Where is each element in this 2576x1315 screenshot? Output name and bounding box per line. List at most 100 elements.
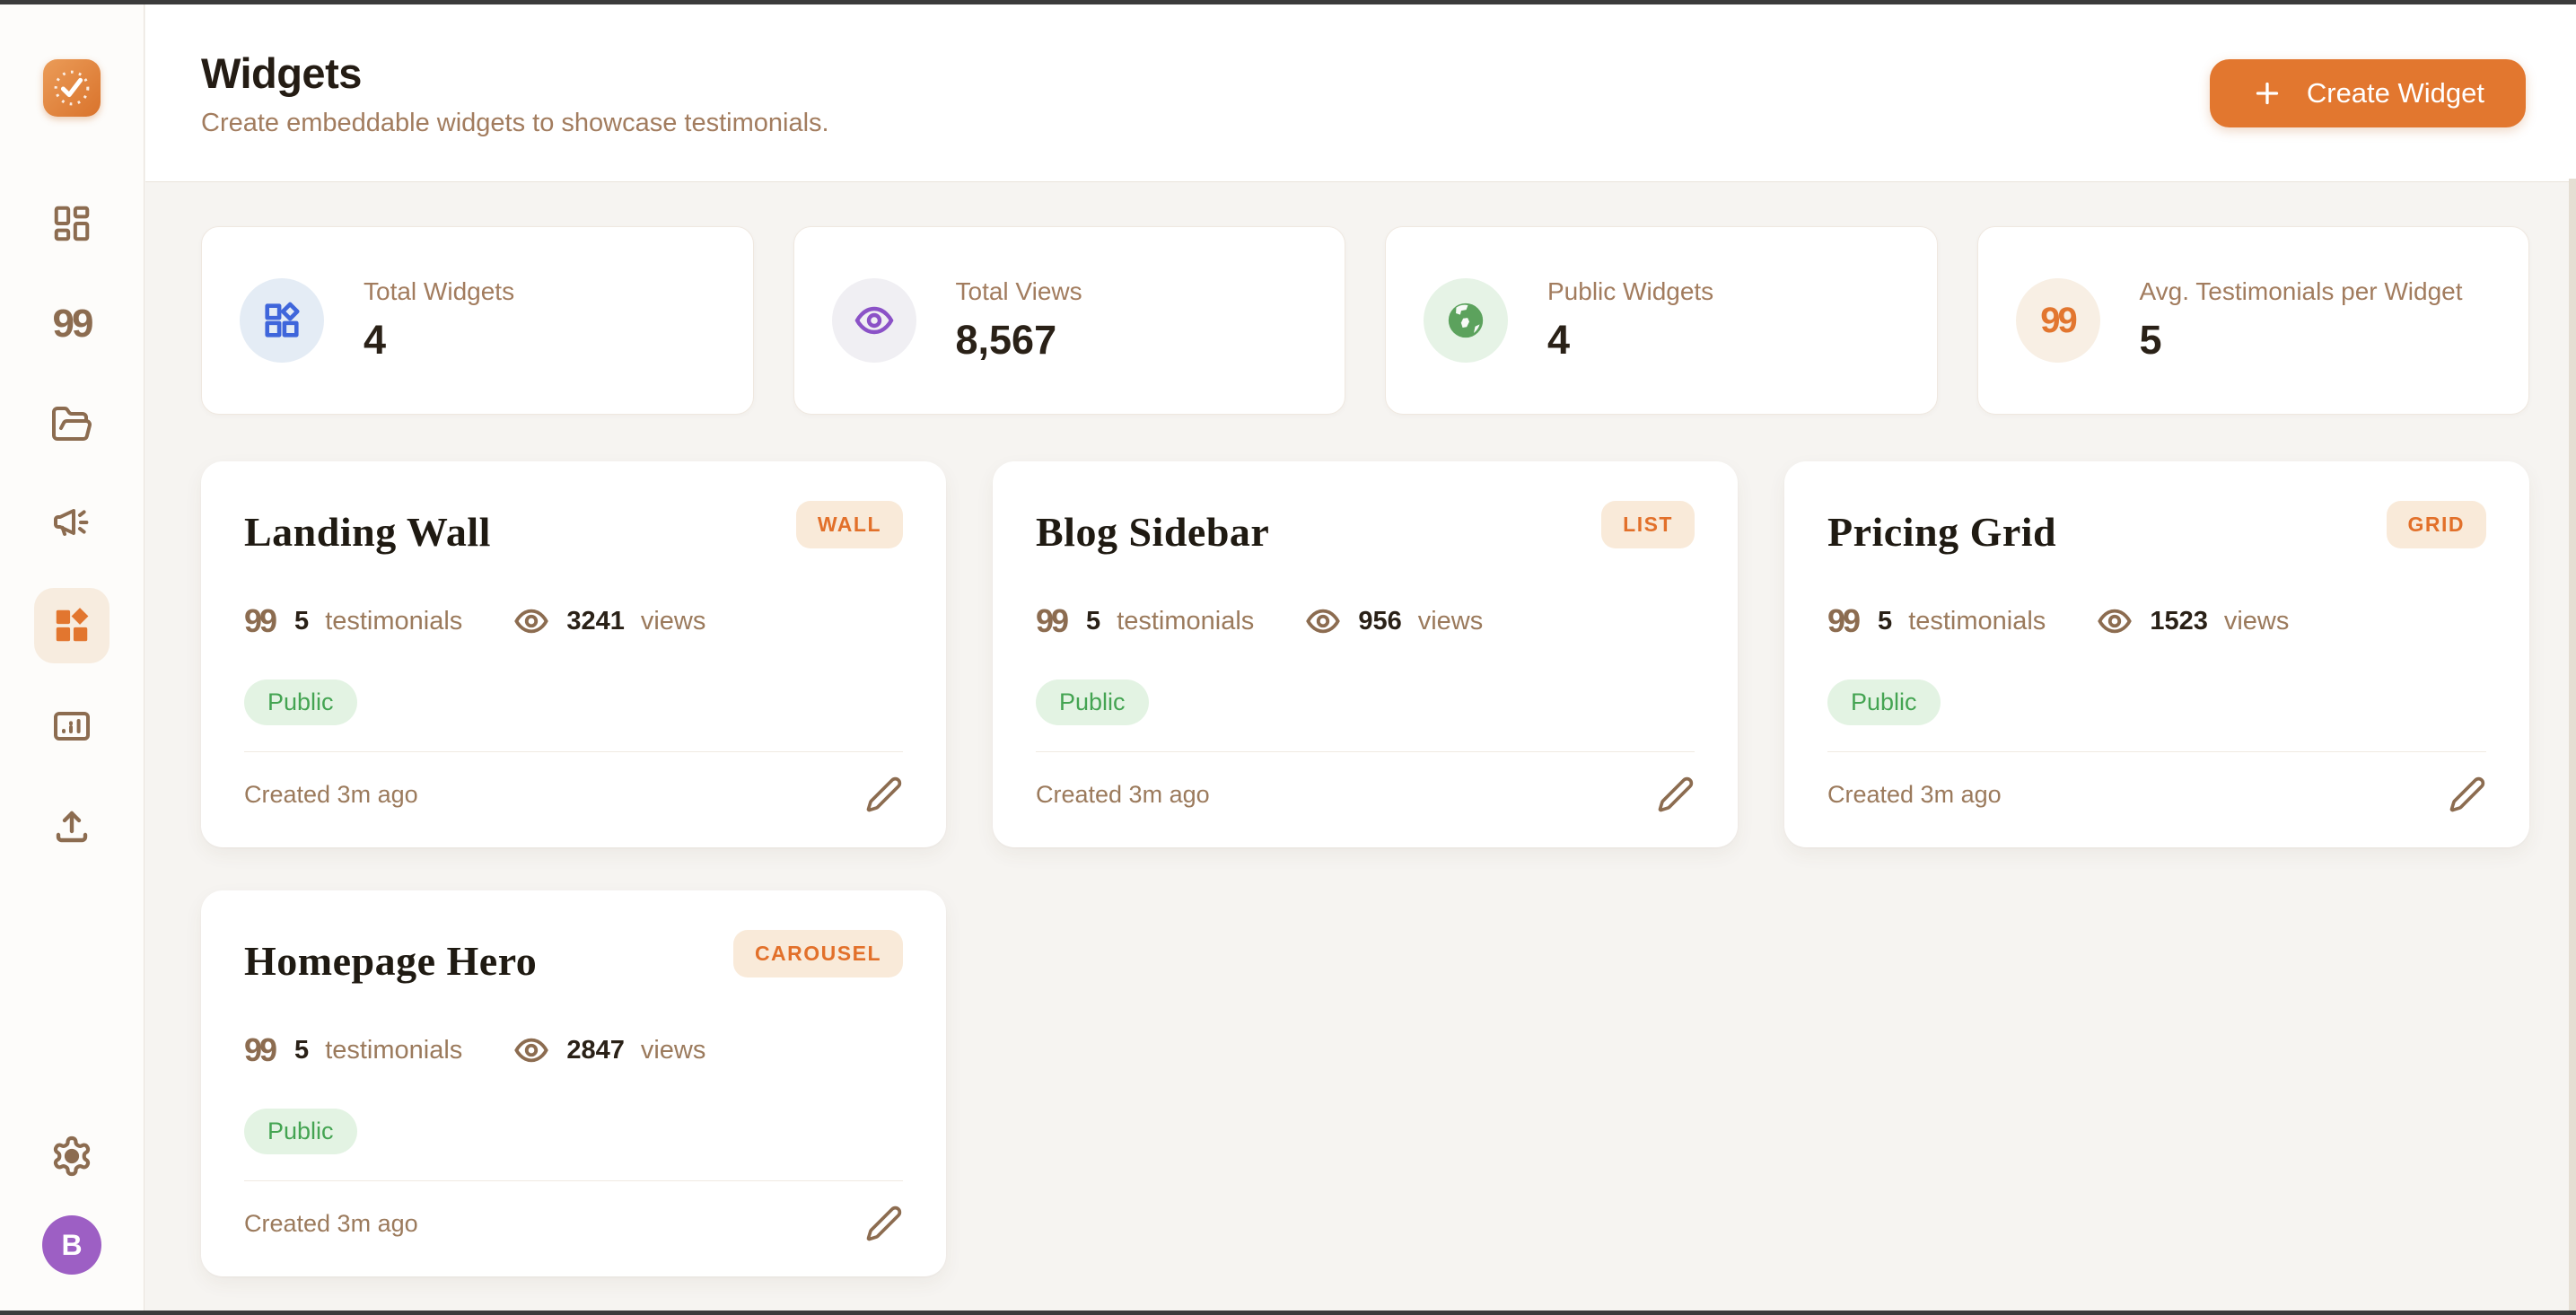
quote-icon: 99 xyxy=(244,605,275,637)
sidebar-item-export[interactable] xyxy=(34,789,110,864)
testimonials-label: testimonials xyxy=(325,607,462,636)
testimonials-label: testimonials xyxy=(325,1036,462,1065)
visibility-badge: Public xyxy=(1036,679,1149,725)
sidebar-item-settings[interactable] xyxy=(34,1118,110,1194)
megaphone-icon xyxy=(50,504,93,547)
card-head: Blog Sidebar LIST xyxy=(1036,501,1695,556)
eye-icon xyxy=(513,1031,550,1069)
stats-row: Total Widgets 4 Total Views 8,567 xyxy=(201,226,2529,415)
card-head: Landing Wall WALL xyxy=(244,501,903,556)
stat-text: Public Widgets 4 xyxy=(1547,277,1713,364)
stat-value: 8,567 xyxy=(956,317,1082,364)
vertical-scrollbar[interactable] xyxy=(2569,179,2576,1315)
edit-widget-button[interactable] xyxy=(865,1205,903,1242)
stat-card-total-widgets: Total Widgets 4 xyxy=(201,226,754,415)
views-count: 3241 xyxy=(566,607,625,636)
widget-stats: 99 5 testimonials 956 views xyxy=(1036,602,1695,640)
app-logo[interactable] xyxy=(43,59,101,117)
sidebar-item-widgets[interactable] xyxy=(34,588,110,663)
pencil-icon xyxy=(865,776,903,813)
sidebar-item-testimonials[interactable]: 99 xyxy=(34,286,110,362)
stat-value: 4 xyxy=(364,317,514,364)
user-avatar[interactable]: B xyxy=(42,1215,101,1275)
widget-title: Pricing Grid xyxy=(1827,508,2056,556)
views-count: 1523 xyxy=(2150,607,2208,636)
card-footer: Created 3m ago xyxy=(1036,751,1695,813)
created-text: Created 3m ago xyxy=(244,781,418,809)
eye-icon xyxy=(513,602,550,640)
stat-label: Total Views xyxy=(956,277,1082,306)
widget-stats: 99 5 testimonials 2847 views xyxy=(244,1031,903,1069)
stat-text: Total Views 8,567 xyxy=(956,277,1082,364)
create-widget-label: Create Widget xyxy=(2307,77,2484,110)
top-chrome-bar xyxy=(0,0,2576,4)
testimonials-count: 5 xyxy=(294,1036,309,1065)
testimonials-label: testimonials xyxy=(1908,607,2046,636)
page-header-text: Widgets Create embeddable widgets to sho… xyxy=(201,48,829,138)
stat-value: 5 xyxy=(2140,317,2463,364)
pencil-icon xyxy=(1657,776,1695,813)
widget-stats: 99 5 testimonials 1523 views xyxy=(1827,602,2486,640)
eye-icon xyxy=(853,299,896,342)
edit-widget-button[interactable] xyxy=(2449,776,2486,813)
folder-open-icon xyxy=(50,403,93,446)
testimonials-count: 5 xyxy=(1878,607,1892,636)
quote-icon: 99 xyxy=(1827,605,1858,637)
edit-widget-button[interactable] xyxy=(1657,776,1695,813)
sidebar-nav: 99 xyxy=(34,186,110,864)
stat-card-public-widgets: Public Widgets 4 xyxy=(1385,226,1938,415)
stat-card-total-views: Total Views 8,567 xyxy=(793,226,1346,415)
sidebar-item-analytics[interactable] xyxy=(34,688,110,764)
sidebar-footer: B xyxy=(34,1118,110,1311)
stat-icon-circle xyxy=(240,278,324,363)
layout-dashboard-icon xyxy=(51,203,92,244)
page-title: Widgets xyxy=(201,48,829,98)
bottom-chrome-bar xyxy=(0,1311,2576,1315)
widget-type-badge: WALL xyxy=(796,501,903,548)
stat-text: Total Widgets 4 xyxy=(364,277,514,364)
views-label: views xyxy=(641,607,706,636)
content-area: Total Widgets 4 Total Views 8,567 xyxy=(145,183,2576,1311)
card-footer: Created 3m ago xyxy=(244,1180,903,1242)
pencil-icon xyxy=(2449,776,2486,813)
visibility-badge: Public xyxy=(1827,679,1941,725)
sidebar-item-campaigns[interactable] xyxy=(34,487,110,563)
testimonials-count: 5 xyxy=(1086,607,1100,636)
quote-icon: 99 xyxy=(1036,605,1066,637)
stat-value: 4 xyxy=(1547,317,1713,364)
card-head: Pricing Grid GRID xyxy=(1827,501,2486,556)
widget-card-pricing-grid[interactable]: Pricing Grid GRID 99 5 testimonials 1523… xyxy=(1784,461,2529,847)
check-stamp-logo-icon xyxy=(51,67,92,109)
stat-label: Total Widgets xyxy=(364,277,514,306)
bar-chart-icon xyxy=(50,705,93,748)
quote-icon: 99 xyxy=(53,304,92,344)
widget-card-homepage-hero[interactable]: Homepage Hero CAROUSEL 99 5 testimonials… xyxy=(201,890,946,1276)
widget-card-blog-sidebar[interactable]: Blog Sidebar LIST 99 5 testimonials 956 … xyxy=(993,461,1738,847)
widget-title: Blog Sidebar xyxy=(1036,508,1269,556)
stat-card-avg-testimonials: 99 Avg. Testimonials per Widget 5 xyxy=(1977,226,2530,415)
pencil-icon xyxy=(865,1205,903,1242)
plus-icon xyxy=(2251,77,2283,110)
widgets-grid: Landing Wall WALL 99 5 testimonials 3241… xyxy=(201,461,2529,1276)
sidebar: 99 xyxy=(0,4,145,1311)
sidebar-item-collections[interactable] xyxy=(34,387,110,462)
views-count: 2847 xyxy=(566,1036,625,1065)
views-count: 956 xyxy=(1358,607,1401,636)
widget-card-landing-wall[interactable]: Landing Wall WALL 99 5 testimonials 3241… xyxy=(201,461,946,847)
widget-type-badge: CAROUSEL xyxy=(733,930,903,977)
quote-icon: 99 xyxy=(2040,302,2075,338)
edit-widget-button[interactable] xyxy=(865,776,903,813)
card-footer: Created 3m ago xyxy=(1827,751,2486,813)
created-text: Created 3m ago xyxy=(1827,781,2002,809)
sidebar-item-dashboard[interactable] xyxy=(34,186,110,261)
testimonials-label: testimonials xyxy=(1117,607,1254,636)
stat-icon-circle xyxy=(832,278,916,363)
created-text: Created 3m ago xyxy=(244,1210,418,1238)
widget-stats: 99 5 testimonials 3241 views xyxy=(244,602,903,640)
page-subtitle: Create embeddable widgets to showcase te… xyxy=(201,109,829,138)
create-widget-button[interactable]: Create Widget xyxy=(2210,59,2526,127)
gear-icon xyxy=(50,1135,93,1178)
globe-icon xyxy=(1445,300,1486,341)
stat-icon-circle xyxy=(1424,278,1508,363)
page-header: Widgets Create embeddable widgets to sho… xyxy=(145,4,2576,182)
